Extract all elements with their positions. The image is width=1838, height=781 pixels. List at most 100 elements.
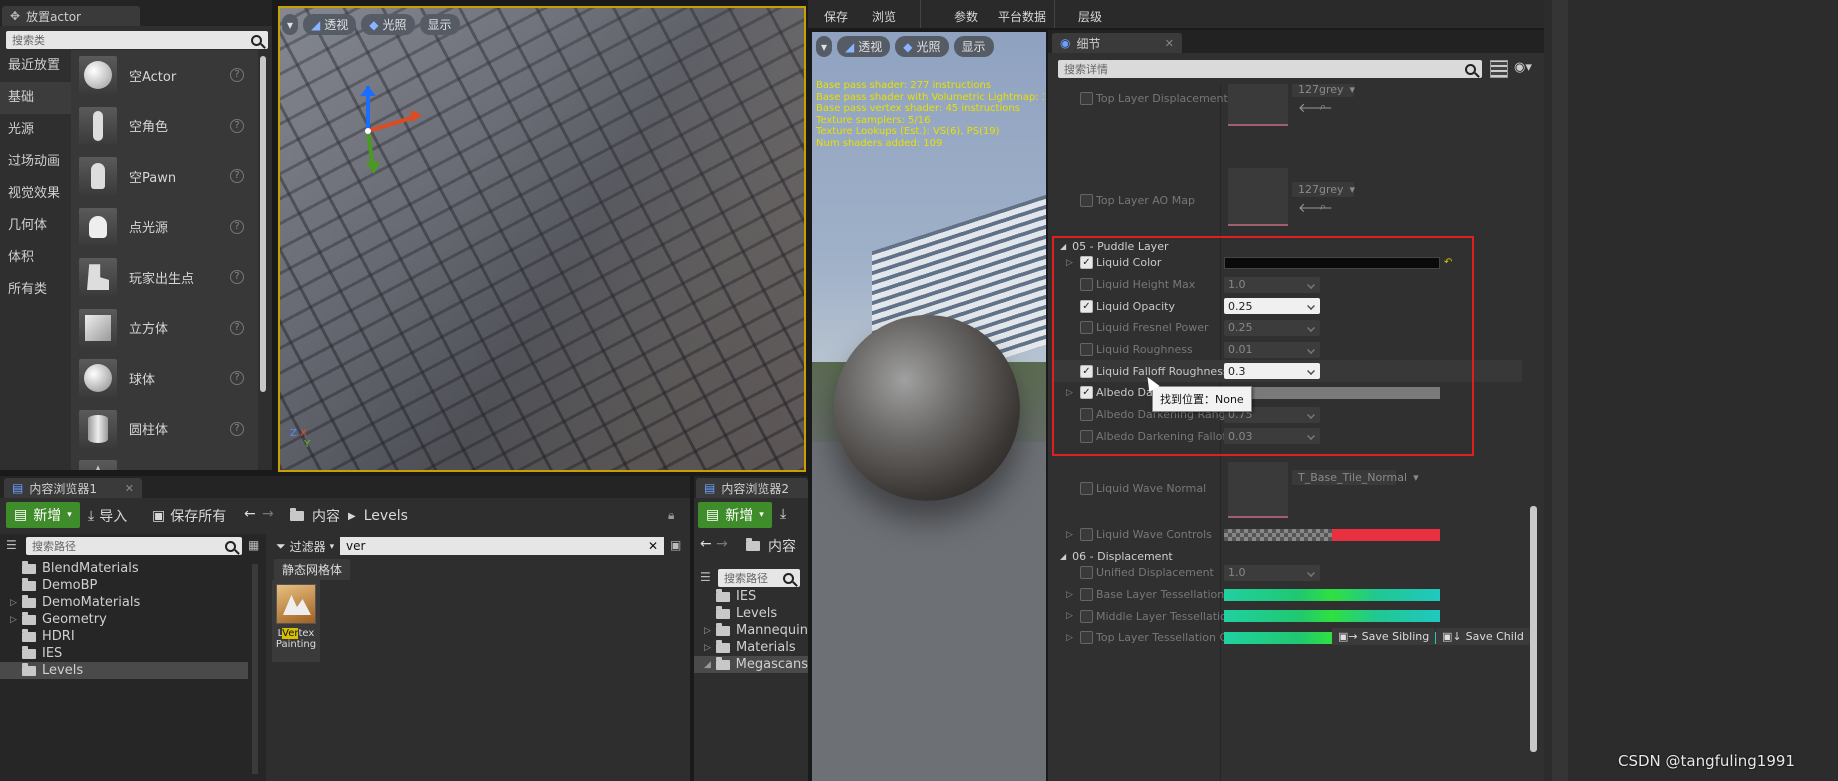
expand-arrow-icon[interactable]: ▷ bbox=[10, 615, 17, 625]
details-scrollbar[interactable] bbox=[1530, 506, 1537, 752]
vector-color-bar[interactable] bbox=[1224, 528, 1440, 541]
gradient-bar[interactable] bbox=[1224, 610, 1440, 623]
level-viewport[interactable]: ▾ ◢ 透视 ◆ 光照 显示 Z X Y bbox=[278, 6, 806, 472]
hierarchy-button[interactable]: 层级 bbox=[1078, 8, 1102, 25]
texture-thumbnail[interactable] bbox=[1228, 462, 1288, 518]
category-geometry[interactable]: 几何体 bbox=[0, 210, 71, 242]
params-button[interactable]: 参数 bbox=[954, 8, 978, 25]
help-icon[interactable]: ? bbox=[230, 421, 244, 436]
help-icon[interactable]: ? bbox=[230, 68, 244, 83]
expand-arrow-icon[interactable]: ▷ bbox=[704, 643, 711, 653]
property-row-liquid-wave-controls[interactable]: ▷ Liquid Wave Controls bbox=[1052, 524, 1522, 546]
path-search-input[interactable]: 搜索路径 bbox=[718, 569, 800, 587]
help-icon[interactable]: ? bbox=[230, 169, 244, 184]
save-button[interactable]: 保存 bbox=[824, 8, 848, 25]
texture-dropdown[interactable]: 127grey ▾ bbox=[1292, 84, 1355, 97]
override-checkbox[interactable] bbox=[1080, 482, 1093, 495]
folder-item[interactable]: ▷ Geometry bbox=[0, 611, 248, 628]
help-icon[interactable]: ? bbox=[230, 270, 244, 285]
folder-item[interactable]: HDRI bbox=[0, 628, 248, 645]
breadcrumb-content[interactable]: 内容 bbox=[312, 506, 340, 526]
close-icon[interactable]: ✕ bbox=[1165, 37, 1174, 50]
actor-item[interactable]: 圆柱体? bbox=[71, 404, 258, 455]
browse-button[interactable]: 浏览 bbox=[872, 8, 896, 25]
import-button[interactable]: ⤓ 导入 bbox=[88, 506, 127, 526]
history-forward-icon[interactable]: → bbox=[716, 536, 728, 552]
preview-perspective-button[interactable]: ◢ 透视 bbox=[837, 36, 891, 57]
folder-item[interactable]: Levels bbox=[694, 605, 808, 622]
import-icon[interactable]: ⤓ bbox=[780, 506, 786, 522]
clear-search-icon[interactable]: ✕ bbox=[648, 539, 658, 553]
folder-item[interactable]: ▷ DemoMaterials bbox=[0, 594, 248, 611]
expand-arrow-icon[interactable]: ▷ bbox=[704, 626, 711, 636]
override-checkbox[interactable] bbox=[1080, 566, 1093, 580]
actor-item[interactable]: 立方体? bbox=[71, 303, 258, 354]
expand-arrow-icon[interactable]: ◢ bbox=[704, 660, 711, 670]
texture-thumbnail[interactable] bbox=[1228, 168, 1288, 226]
content-browser-1-tab[interactable]: ▤ 内容浏览器1 ✕ bbox=[4, 478, 142, 498]
actor-list-scrollbar[interactable] bbox=[260, 56, 266, 392]
use-selected-arrow-icon[interactable]: 🡐 bbox=[1298, 100, 1333, 116]
folder-item[interactable]: DemoBP bbox=[0, 577, 248, 594]
asset-tile[interactable]: LVertex Painting bbox=[272, 580, 320, 662]
transform-gizmo[interactable] bbox=[318, 86, 428, 176]
property-row-middle-tessellation[interactable]: ▷ Middle Layer Tessellation Co bbox=[1052, 605, 1522, 627]
override-checkbox[interactable] bbox=[1080, 588, 1093, 602]
sources-toggle-icon[interactable]: ☰ bbox=[700, 570, 711, 584]
folder-item[interactable]: BlendMaterials bbox=[0, 560, 248, 577]
folder-item[interactable]: ▷ Materials bbox=[694, 639, 808, 656]
details-tab[interactable]: ◉ 细节 ✕ bbox=[1052, 33, 1182, 53]
new-asset-button[interactable]: ▤ 新增 ▾ bbox=[698, 502, 772, 528]
lit-button[interactable]: ◆ 光照 bbox=[361, 14, 415, 35]
history-back-icon[interactable]: ← bbox=[700, 536, 712, 552]
texture-dropdown[interactable]: 127grey ▾ bbox=[1292, 182, 1355, 197]
save-child-button[interactable]: ▣↓ Save Child bbox=[1436, 628, 1530, 645]
viewport-options-button[interactable]: ▾ bbox=[282, 14, 299, 35]
help-icon[interactable]: ? bbox=[230, 118, 244, 133]
category-lights[interactable]: 光源 bbox=[0, 114, 71, 146]
asset-search-input[interactable]: ver ✕ bbox=[340, 537, 664, 555]
category-volumes[interactable]: 体积 bbox=[0, 242, 71, 274]
category-all-classes[interactable]: 所有类 bbox=[0, 274, 71, 306]
material-preview-viewport[interactable]: ▾ ◢ 透视 ◆ 光照 显示 Base pass shader: 277 instr… bbox=[812, 32, 1046, 781]
override-checkbox[interactable] bbox=[1080, 631, 1093, 645]
breadcrumb-levels[interactable]: Levels bbox=[364, 508, 408, 524]
lock-icon[interactable]: 🔒︎ bbox=[668, 508, 674, 523]
expand-arrow-icon[interactable]: ▷ bbox=[10, 598, 17, 608]
texture-dropdown[interactable]: T_Base_Tile_Normal ▾ bbox=[1292, 470, 1419, 485]
folder-item[interactable]: ▷ Mannequin bbox=[694, 622, 808, 639]
expand-arrow-icon[interactable]: ▷ bbox=[1066, 633, 1073, 643]
category-cinematic[interactable]: 过场动画 bbox=[0, 146, 71, 178]
path-search-input[interactable]: 搜索路径 bbox=[26, 537, 242, 555]
class-search-input[interactable]: 搜索类 bbox=[6, 31, 268, 49]
actor-item[interactable]: 空Actor? bbox=[71, 50, 258, 101]
actor-item[interactable]: 空角色? bbox=[71, 101, 258, 152]
folder-item[interactable]: ◢ Megascans bbox=[694, 656, 808, 673]
show-button[interactable]: 显示 bbox=[419, 14, 460, 35]
expand-arrow-icon[interactable]: ▷ bbox=[1066, 590, 1073, 600]
sources-toggle-icon[interactable]: ☰ bbox=[6, 538, 17, 552]
actor-item[interactable]: 空Pawn? bbox=[71, 151, 258, 202]
actor-item[interactable]: 椎体? bbox=[71, 454, 258, 470]
save-all-button[interactable]: ▣ 保存所有 bbox=[152, 506, 226, 526]
content-browser-2-tab[interactable]: ▤ 内容浏览器2 bbox=[696, 478, 808, 498]
override-checkbox[interactable] bbox=[1080, 528, 1093, 542]
details-search-input[interactable]: 搜索详情 bbox=[1058, 60, 1482, 78]
help-icon[interactable]: ? bbox=[230, 219, 244, 234]
override-checkbox[interactable] bbox=[1080, 194, 1093, 207]
property-matrix-icon[interactable] bbox=[1490, 60, 1508, 78]
folder-item-selected[interactable]: Levels bbox=[0, 662, 248, 679]
help-icon[interactable]: ? bbox=[230, 320, 244, 335]
save-search-icon[interactable]: ▣ bbox=[670, 538, 681, 552]
property-row-unified-displacement[interactable]: Unified Displacement 1.0 bbox=[1052, 562, 1522, 584]
use-selected-arrow-icon[interactable]: 🡐 bbox=[1298, 200, 1333, 216]
platform-data-button[interactable]: 平台数据 bbox=[998, 8, 1046, 25]
texture-thumbnail[interactable] bbox=[1228, 84, 1288, 126]
browse-magnifier-icon[interactable]: ⌕ bbox=[1320, 200, 1326, 214]
view-options-eye-icon[interactable]: ◉▾ bbox=[1514, 60, 1532, 75]
save-sibling-button[interactable]: ▣→ Save Sibling bbox=[1332, 628, 1436, 645]
place-actor-tab[interactable]: ✥ 放置actor bbox=[2, 6, 140, 26]
number-field[interactable]: 1.0 bbox=[1224, 564, 1320, 581]
override-checkbox[interactable] bbox=[1080, 92, 1093, 105]
expand-arrow-icon[interactable]: ▷ bbox=[1066, 611, 1073, 621]
